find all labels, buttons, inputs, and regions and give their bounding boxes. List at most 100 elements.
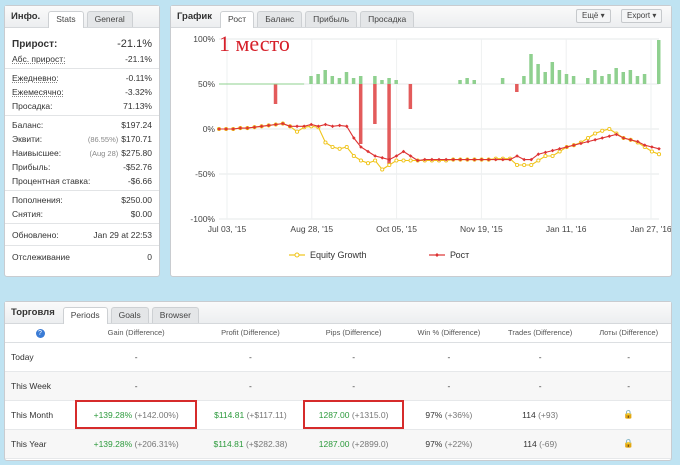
table-row: This Week - - - - - - bbox=[5, 371, 671, 401]
win-cell: - bbox=[403, 371, 494, 401]
equity-point bbox=[380, 167, 385, 172]
table-row: Today - - - - - - bbox=[5, 342, 671, 372]
change-bar bbox=[330, 76, 335, 84]
y-tick-label: 100% bbox=[193, 34, 215, 44]
change-bar bbox=[309, 76, 313, 84]
interest-value: -$6.66 bbox=[127, 176, 152, 186]
drawdown-value: 71.13% bbox=[123, 101, 152, 111]
withdrawals-row: Снятия: $0.00 bbox=[5, 207, 159, 221]
gain-cell: - bbox=[75, 342, 198, 372]
abs-growth-label[interactable]: Абс. прирост: bbox=[12, 54, 65, 64]
change-bar bbox=[529, 54, 533, 84]
win-cell: 97% (+36%) bbox=[403, 400, 494, 430]
tab-drawdown[interactable]: Просадка bbox=[360, 11, 415, 27]
profit-value: -$52.76 bbox=[123, 162, 152, 172]
export-button[interactable]: Export ▾ bbox=[621, 9, 663, 23]
tab-general[interactable]: General bbox=[86, 11, 133, 27]
growth-value: -21.1% bbox=[117, 38, 152, 50]
change-bar bbox=[642, 74, 647, 84]
stats-title: Инфо. bbox=[11, 11, 41, 22]
growth-point bbox=[543, 150, 548, 155]
equity-point bbox=[536, 158, 541, 163]
daily-label[interactable]: Ежедневно: bbox=[12, 73, 59, 83]
change-bar bbox=[358, 76, 363, 84]
legend-label[interactable]: Equity Growth bbox=[310, 250, 367, 260]
change-bar bbox=[387, 78, 391, 84]
x-tick-label: Aug 28, '15 bbox=[290, 224, 333, 234]
interest-label: Процентная ставка: bbox=[12, 176, 91, 186]
tab-balance[interactable]: Баланс bbox=[257, 11, 303, 27]
deposits-row: Пополнения: $250.00 bbox=[5, 193, 159, 207]
equity-point bbox=[585, 135, 591, 141]
trading-panel: Торговля Periods Goals Browser ? Gain (D… bbox=[4, 301, 672, 461]
change-bar bbox=[550, 62, 555, 84]
gain-cell: +139.28% (+206.31%) bbox=[75, 429, 198, 459]
monthly-label[interactable]: Ежемесячно: bbox=[12, 87, 64, 97]
growth-row: Прирост: -21.1% bbox=[5, 36, 159, 52]
interest-row: Процентная ставка: -$6.66 bbox=[5, 174, 159, 188]
updated-row: Обновлено: Jan 29 at 22:53 bbox=[5, 226, 159, 243]
tracking-value: 0 bbox=[147, 251, 152, 262]
chart-panel: График Рост Баланс Прибыль Просадка Ещё … bbox=[170, 5, 672, 277]
equity-point bbox=[600, 128, 605, 133]
change-bar bbox=[344, 72, 349, 84]
change-bar bbox=[273, 84, 278, 104]
change-bar bbox=[373, 84, 377, 124]
change-bar bbox=[657, 40, 661, 84]
equity-point bbox=[593, 131, 598, 136]
pips-cell: 1287.00 (+2899.0) bbox=[303, 429, 404, 459]
tab-stats[interactable]: Stats bbox=[48, 11, 84, 28]
equity-point bbox=[656, 152, 662, 157]
equity-point bbox=[529, 162, 534, 168]
y-tick-label: -50% bbox=[195, 169, 215, 179]
tab-profit[interactable]: Прибыль bbox=[305, 11, 358, 27]
chart-header: График Рост Баланс Прибыль Просадка Ещё … bbox=[171, 6, 671, 28]
profit-cell: $114.81 (+$117.11) bbox=[197, 400, 304, 430]
pips-cell: - bbox=[303, 342, 404, 372]
daily-value: -0.11% bbox=[125, 73, 152, 83]
tab-goals[interactable]: Goals bbox=[110, 307, 149, 323]
tab-browser[interactable]: Browser bbox=[151, 307, 199, 323]
trading-title: Торговля bbox=[11, 307, 55, 318]
chart-title: График bbox=[177, 11, 213, 22]
change-bar bbox=[607, 74, 611, 84]
legend-label[interactable]: Рост bbox=[450, 250, 469, 260]
tab-growth[interactable]: Рост bbox=[220, 11, 255, 28]
balance-label: Баланс: bbox=[12, 120, 44, 130]
growth-point bbox=[337, 123, 342, 128]
lock-icon: 🔒 bbox=[586, 429, 671, 459]
profit-cell: - bbox=[197, 371, 304, 401]
growth-label: Прирост: bbox=[12, 38, 58, 50]
win-cell: 97% (+22%) bbox=[403, 429, 494, 459]
chevron-down-icon: ▾ bbox=[652, 11, 657, 20]
tab-periods[interactable]: Periods bbox=[62, 307, 108, 324]
x-tick-label: Nov 19, '15 bbox=[460, 224, 503, 234]
highest-row: Наивысшее: (Aug 28) $275.80 bbox=[5, 146, 159, 160]
more-button[interactable]: Ещё ▾ bbox=[576, 9, 611, 23]
trades-cell: 114 (-69) bbox=[494, 429, 587, 459]
growth-point bbox=[515, 154, 519, 158]
equity-point bbox=[295, 129, 300, 134]
change-bar bbox=[571, 76, 576, 84]
equity-point bbox=[550, 153, 555, 159]
growth-point bbox=[295, 124, 299, 129]
change-bar bbox=[316, 74, 320, 84]
table-row: This Year +139.28% (+206.31%) $114.81 (+$2… bbox=[5, 429, 671, 459]
trades-cell: 114 (+93) bbox=[494, 400, 587, 430]
info-icon[interactable]: ? bbox=[5, 324, 75, 343]
equity-point bbox=[373, 158, 378, 163]
highest-date: (Aug 28) bbox=[89, 149, 119, 158]
change-bar bbox=[515, 84, 519, 92]
col-trades: Trades (Difference) bbox=[494, 324, 587, 343]
change-bar bbox=[536, 64, 540, 84]
change-bar bbox=[628, 70, 633, 84]
col-win: Win % (Difference) bbox=[403, 324, 494, 343]
abs-growth-value: -21.1% bbox=[125, 54, 152, 64]
balance-row: Баланс: $197.24 bbox=[5, 118, 159, 132]
equity-point bbox=[522, 162, 527, 168]
equity-label: Эквити: bbox=[12, 134, 43, 144]
x-tick-label: Jan 11, '16 bbox=[546, 224, 587, 234]
equity-point bbox=[387, 162, 392, 168]
trades-cell: - bbox=[494, 342, 587, 372]
trades-cell: - bbox=[494, 371, 587, 401]
